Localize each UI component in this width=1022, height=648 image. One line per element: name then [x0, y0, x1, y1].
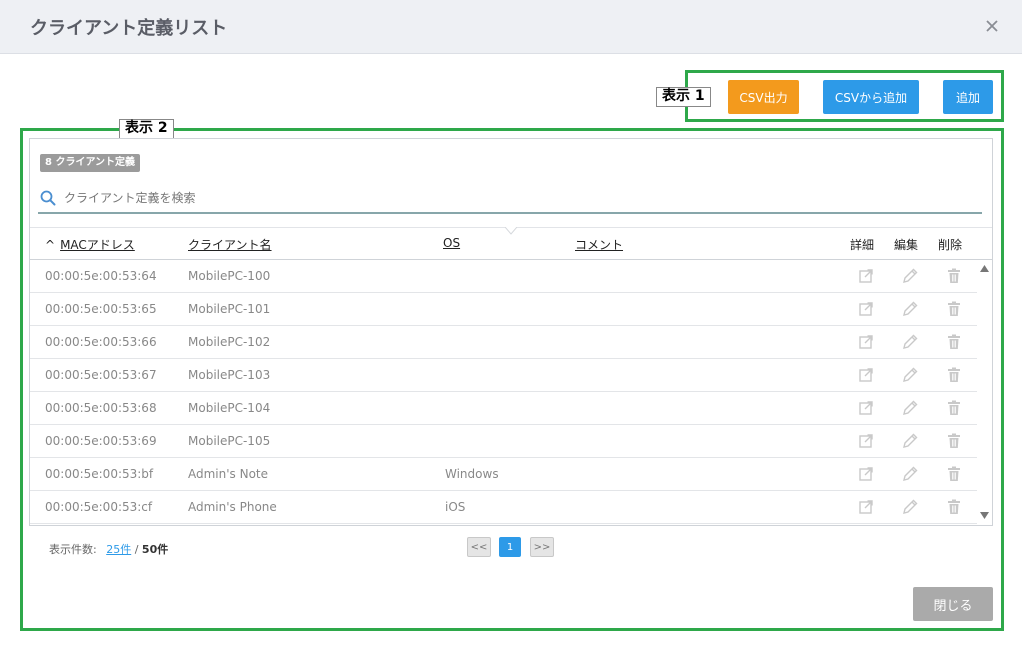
caret-icon — [505, 227, 517, 235]
edit-pencil-icon[interactable] — [901, 366, 919, 384]
next-page-button[interactable]: >> — [530, 537, 554, 557]
column-header-name[interactable]: クライアント名 — [188, 236, 272, 253]
client-name-cell: MobilePC-100 — [188, 269, 271, 283]
prev-page-button[interactable]: << — [467, 537, 491, 557]
trash-icon[interactable] — [945, 267, 963, 285]
mac-address-cell: 00:00:5e:00:53:cf — [45, 500, 153, 514]
open-detail-icon[interactable] — [857, 300, 875, 318]
search-icon — [40, 190, 56, 206]
mac-address-cell: 00:00:5e:00:53:bf — [45, 467, 154, 481]
edit-pencil-icon[interactable] — [901, 498, 919, 516]
table-row[interactable]: 00:00:5e:00:53:65 MobilePC-101 — [30, 293, 977, 326]
edit-pencil-icon[interactable] — [901, 333, 919, 351]
trash-icon[interactable] — [945, 366, 963, 384]
mac-address-cell: 00:00:5e:00:53:64 — [45, 269, 157, 283]
open-detail-icon[interactable] — [857, 465, 875, 483]
csv-export-button[interactable]: CSV出力 — [728, 80, 799, 114]
trash-icon[interactable] — [945, 399, 963, 417]
os-cell: Windows — [445, 467, 499, 481]
per-page-label: 表示件数: — [49, 543, 97, 556]
per-page-link[interactable]: 25件 — [106, 543, 131, 556]
table-row[interactable]: 00:00:5e:00:53:cf Admin's Phone iOS — [30, 491, 977, 524]
page-1-button[interactable]: 1 — [499, 537, 521, 557]
edit-pencil-icon[interactable] — [901, 465, 919, 483]
trash-icon[interactable] — [945, 498, 963, 516]
close-button[interactable]: 閉じる — [913, 587, 993, 621]
column-header-detail: 詳細 — [850, 238, 875, 252]
mac-address-cell: 00:00:5e:00:53:68 — [45, 401, 157, 415]
table-row[interactable]: 00:00:5e:00:53:69 MobilePC-105 — [30, 425, 977, 458]
open-detail-icon[interactable] — [857, 333, 875, 351]
trash-icon[interactable] — [945, 432, 963, 450]
pagination-info: 表示件数: 25件 / 50件 — [49, 541, 168, 557]
table-row[interactable]: 00:00:5e:00:53:68 MobilePC-104 — [30, 392, 977, 425]
open-detail-icon[interactable] — [857, 399, 875, 417]
mac-address-cell: 00:00:5e:00:53:65 — [45, 302, 157, 316]
open-detail-icon[interactable] — [857, 366, 875, 384]
column-header-edit: 編集 — [894, 238, 919, 252]
scroll-down-arrow[interactable] — [980, 512, 989, 519]
add-button[interactable]: 追加 — [943, 80, 993, 114]
table-row[interactable]: 00:00:5e:00:53:67 MobilePC-103 — [30, 359, 977, 392]
total-count: 50件 — [141, 543, 169, 556]
dialog-title: クライアント定義リスト — [30, 18, 228, 39]
csv-import-button[interactable]: CSVから追加 — [823, 80, 919, 114]
mac-address-cell: 00:00:5e:00:53:66 — [45, 335, 157, 349]
sort-ascending-icon: ^ — [45, 238, 56, 252]
open-detail-icon[interactable] — [857, 267, 875, 285]
table-row[interactable]: 00:00:5e:00:53:66 MobilePC-102 — [30, 326, 977, 359]
client-name-cell: MobilePC-102 — [188, 335, 271, 349]
mac-address-cell: 00:00:5e:00:53:69 — [45, 434, 157, 448]
client-name-cell: MobilePC-105 — [188, 434, 271, 448]
client-name-cell: Admin's Phone — [188, 500, 277, 514]
client-name-cell: Admin's Note — [188, 467, 269, 481]
total-separator: / — [131, 543, 142, 556]
annotation-label-1: 表示 1 — [656, 87, 711, 107]
dialog-header: クライアント定義リスト — [0, 0, 1022, 54]
search-underline — [38, 212, 982, 214]
column-header-comment[interactable]: コメント — [575, 236, 623, 253]
open-detail-icon[interactable] — [857, 432, 875, 450]
count-badge: 8 クライアント定義 — [40, 154, 141, 172]
os-cell: iOS — [445, 500, 466, 514]
close-icon[interactable] — [984, 18, 1000, 34]
edit-pencil-icon[interactable] — [901, 399, 919, 417]
client-name-cell: MobilePC-103 — [188, 368, 271, 382]
client-name-cell: MobilePC-101 — [188, 302, 271, 316]
table-row[interactable]: 00:00:5e:00:53:64 MobilePC-100 — [30, 260, 977, 293]
scroll-up-arrow[interactable] — [980, 265, 989, 272]
edit-pencil-icon[interactable] — [901, 432, 919, 450]
column-header-mac[interactable]: ^ MACアドレス — [45, 236, 135, 253]
search-input[interactable] — [64, 188, 964, 208]
trash-icon[interactable] — [945, 300, 963, 318]
client-name-cell: MobilePC-104 — [188, 401, 271, 415]
trash-icon[interactable] — [945, 333, 963, 351]
edit-pencil-icon[interactable] — [901, 267, 919, 285]
edit-pencil-icon[interactable] — [901, 300, 919, 318]
column-header-mac-label: MACアドレス — [60, 238, 135, 252]
trash-icon[interactable] — [945, 465, 963, 483]
column-header-delete: 削除 — [938, 238, 963, 252]
annotation-label-2: 表示 2 — [119, 119, 174, 139]
table-row[interactable]: 00:00:5e:00:53:bf Admin's Note Windows — [30, 458, 977, 491]
open-detail-icon[interactable] — [857, 498, 875, 516]
column-header-os[interactable]: OS — [443, 236, 460, 250]
mac-address-cell: 00:00:5e:00:53:67 — [45, 368, 157, 382]
